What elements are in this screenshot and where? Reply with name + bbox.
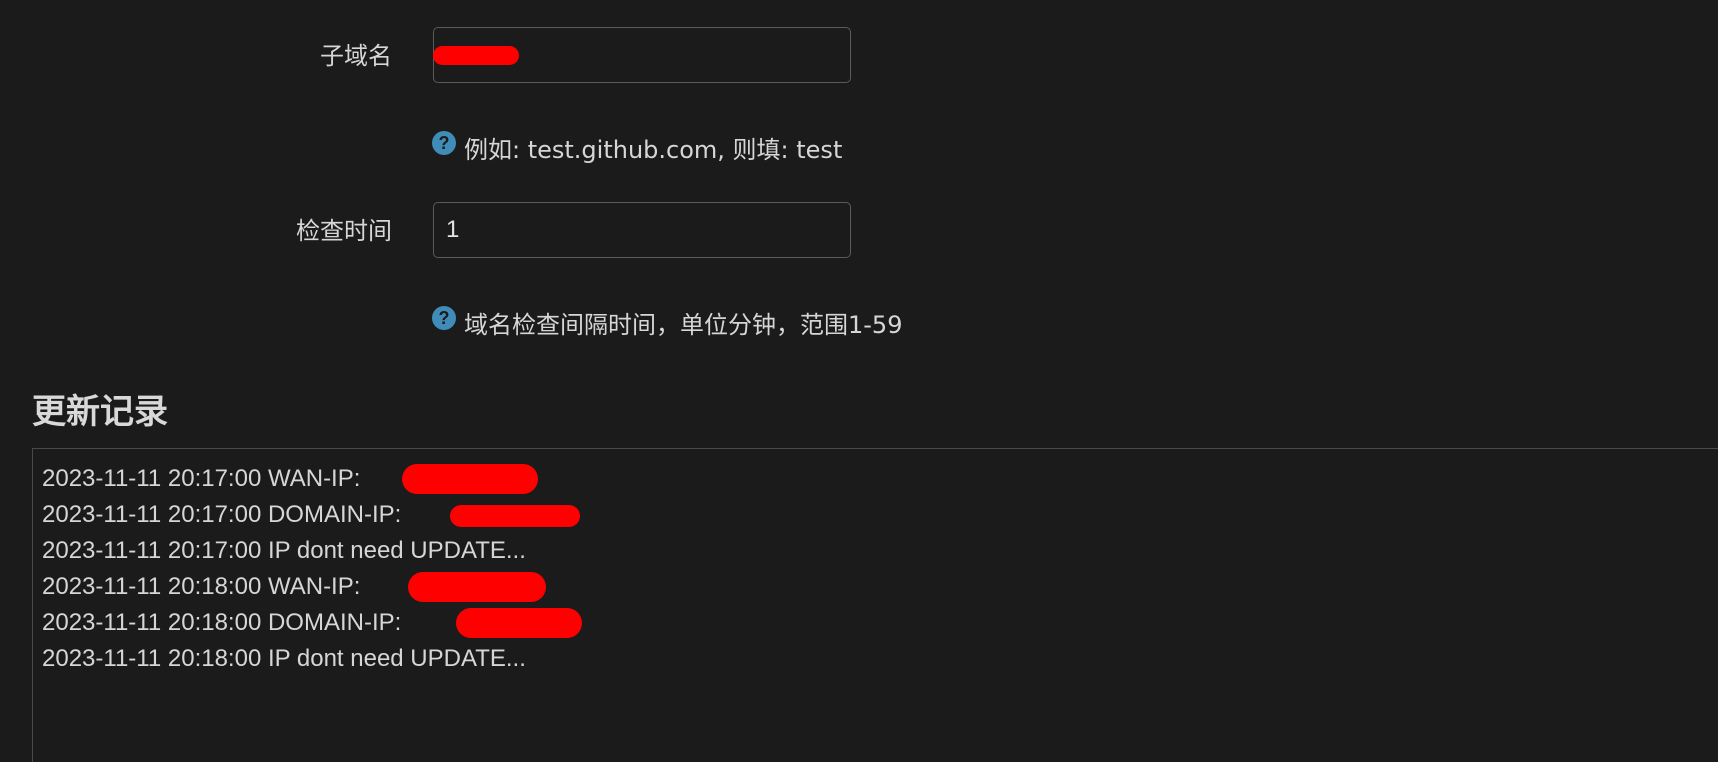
log-line-text: 2023-11-11 20:17:00 WAN-IP: xyxy=(42,465,361,492)
log-line: 2023-11-11 20:18:00 WAN-IP: xyxy=(42,569,1712,605)
redaction-mark xyxy=(433,46,519,65)
log-line: 2023-11-11 20:17:00 WAN-IP: xyxy=(42,461,1712,497)
redaction-mark xyxy=(456,608,582,638)
log-line: 2023-11-11 20:17:00 IP dont need UPDATE.… xyxy=(42,533,1712,569)
log-line-text: 2023-11-11 20:18:00 DOMAIN-IP: xyxy=(42,609,402,636)
log-line-text: 2023-11-11 20:18:00 WAN-IP: xyxy=(42,573,361,600)
log-line: 2023-11-11 20:18:00 IP dont need UPDATE.… xyxy=(42,641,1712,677)
help-question-icon: ? xyxy=(432,305,456,330)
log-line: 2023-11-11 20:18:00 DOMAIN-IP: xyxy=(42,605,1712,641)
help-question-icon: ? xyxy=(432,130,456,155)
subdomain-hint-text: 例如: test.github.com, 则填: test xyxy=(464,136,843,164)
check-interval-hint: ? 域名检查间隔时间，单位分钟，范围1-59 xyxy=(432,305,902,340)
redaction-mark xyxy=(402,464,538,494)
log-line-text: 2023-11-11 20:17:00 DOMAIN-IP: xyxy=(42,501,402,528)
update-log-textarea[interactable]: 2023-11-11 20:17:00 WAN-IP: 2023-11-11 2… xyxy=(32,448,1718,762)
log-line-text: 2023-11-11 20:18:00 IP dont need UPDATE.… xyxy=(42,645,526,672)
subdomain-label: 子域名 xyxy=(320,42,392,70)
check-interval-hint-text: 域名检查间隔时间，单位分钟，范围1-59 xyxy=(464,311,903,339)
update-log-title: 更新记录 xyxy=(32,392,168,432)
log-line-text: 2023-11-11 20:17:00 IP dont need UPDATE.… xyxy=(42,537,526,564)
redaction-mark xyxy=(408,572,546,602)
check-interval-label: 检查时间 xyxy=(296,217,392,245)
subdomain-hint: ? 例如: test.github.com, 则填: test xyxy=(432,130,842,165)
log-line: 2023-11-11 20:17:00 DOMAIN-IP: xyxy=(42,497,1712,533)
redaction-mark xyxy=(450,505,580,527)
ddns-settings-page: 子域名 ? 例如: test.github.com, 则填: test 检查时间… xyxy=(0,0,1718,762)
check-interval-input[interactable] xyxy=(433,202,851,258)
